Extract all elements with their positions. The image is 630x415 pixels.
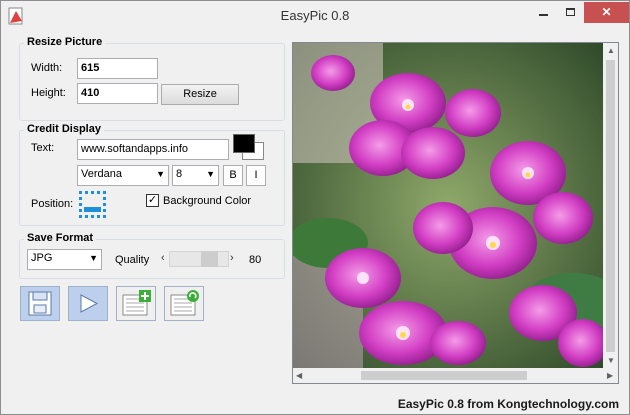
vertical-scroll-thumb[interactable] — [606, 60, 615, 352]
font-select-value: Verdana — [81, 168, 122, 180]
title-bar: EasyPic 0.8 ✕ — [1, 1, 629, 31]
vertical-scrollbar[interactable]: ▲ ▼ — [603, 43, 618, 369]
chevron-down-icon: ▼ — [156, 169, 165, 179]
font-size-select-value: 8 — [176, 168, 183, 180]
save-group-title: Save Format — [24, 232, 97, 244]
italic-button[interactable]: I — [246, 165, 266, 186]
scroll-up-icon[interactable]: ▲ — [607, 46, 615, 55]
scroll-down-icon[interactable]: ▼ — [607, 356, 615, 365]
add-button[interactable] — [116, 286, 156, 321]
resize-button[interactable]: Resize — [161, 84, 239, 105]
image-preview: ▲ ▼ ◀ ▶ — [292, 42, 619, 384]
position-picker-icon[interactable] — [79, 191, 106, 218]
horizontal-scrollbar[interactable]: ◀ ▶ — [293, 368, 618, 383]
refresh-button[interactable] — [164, 286, 204, 321]
add-icon — [122, 290, 151, 316]
format-select[interactable]: JPG ▼ — [27, 249, 102, 270]
minimize-button[interactable] — [530, 2, 556, 23]
scroll-right-icon[interactable]: ▶ — [607, 371, 613, 380]
maximize-icon — [565, 8, 575, 16]
orchid-photo — [293, 43, 604, 369]
quality-increase-arrow[interactable]: › — [230, 252, 234, 264]
height-label: Height: — [31, 87, 66, 99]
resize-group-title: Resize Picture — [24, 36, 106, 48]
play-button[interactable] — [68, 286, 108, 321]
save-button[interactable] — [20, 286, 60, 321]
font-select[interactable]: Verdana ▼ — [77, 165, 169, 186]
resize-group — [19, 43, 285, 121]
scroll-left-icon[interactable]: ◀ — [296, 371, 302, 380]
chevron-down-icon: ▼ — [206, 169, 215, 179]
close-button[interactable]: ✕ — [584, 2, 629, 23]
save-icon — [28, 291, 52, 316]
format-select-value: JPG — [31, 252, 53, 264]
footer-credit: EasyPic 0.8 from Kongtechnology.com — [397, 397, 619, 411]
background-color-label: Background Color — [163, 195, 252, 207]
horizontal-scroll-thumb[interactable] — [361, 371, 527, 380]
quality-value: 80 — [249, 254, 262, 266]
credit-group-title: Credit Display — [24, 123, 104, 135]
font-size-select[interactable]: 8 ▼ — [172, 165, 219, 186]
refresh-icon — [170, 290, 199, 316]
text-label: Text: — [31, 142, 55, 154]
credit-text-input[interactable]: www.softandapps.info — [77, 139, 229, 160]
close-icon: ✕ — [601, 5, 612, 19]
maximize-button[interactable] — [557, 2, 583, 23]
position-label: Position: — [31, 198, 74, 210]
width-label: Width: — [31, 62, 63, 74]
chevron-down-icon: ▼ — [89, 253, 98, 263]
text-color-swatch[interactable] — [233, 134, 255, 153]
background-color-checkbox[interactable]: ✓ — [146, 194, 159, 207]
bold-button[interactable]: B — [223, 165, 243, 186]
quality-slider-thumb[interactable] — [201, 251, 218, 267]
photo-image — [293, 43, 604, 369]
quality-decrease-arrow[interactable]: ‹ — [161, 252, 165, 264]
width-input[interactable]: 615 — [77, 58, 158, 79]
height-input[interactable]: 410 — [77, 83, 158, 104]
play-icon — [80, 294, 99, 313]
app-window: EasyPic 0.8 ✕ Resize Picture Width: 615 … — [0, 0, 630, 415]
quality-label: Quality — [115, 254, 150, 266]
minimize-icon — [538, 14, 548, 16]
quality-slider[interactable] — [169, 251, 229, 267]
